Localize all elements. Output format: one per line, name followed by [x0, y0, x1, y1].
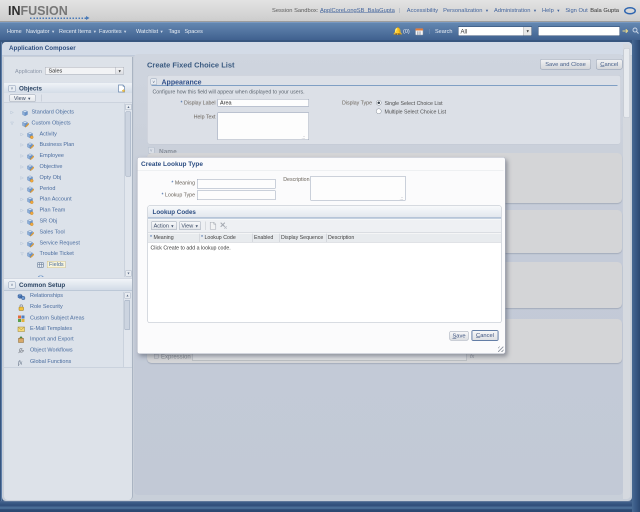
- svg-text:fx: fx: [18, 360, 23, 367]
